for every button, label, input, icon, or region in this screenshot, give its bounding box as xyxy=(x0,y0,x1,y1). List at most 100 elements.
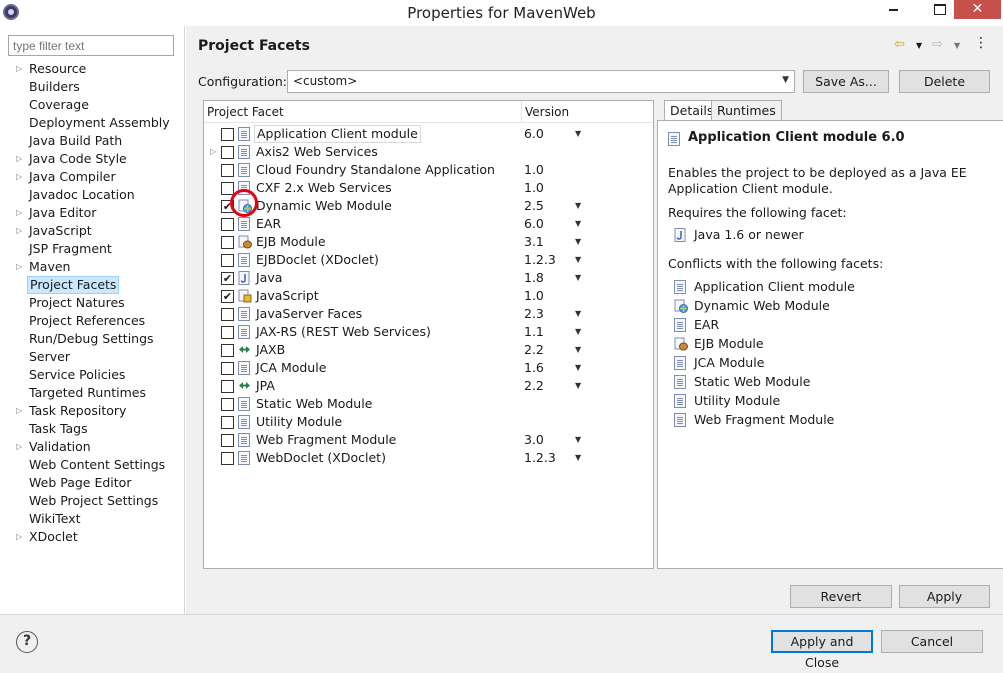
sidebar-item-task-tags[interactable]: Task Tags xyxy=(0,420,184,438)
expand-arrow-icon[interactable]: ▷ xyxy=(16,168,22,186)
facet-version[interactable]: 1.2.3 xyxy=(524,251,556,269)
sidebar-item-java-editor[interactable]: ▷ Java Editor xyxy=(0,204,184,222)
facet-version[interactable]: 1.8 xyxy=(524,269,544,287)
facet-version[interactable]: 1.1 xyxy=(524,323,544,341)
expand-arrow-icon[interactable]: ▷ xyxy=(210,143,216,161)
facet-row-javascript[interactable]: ✔ JavaScript 1.0 xyxy=(204,287,653,305)
sidebar-item-service-policies[interactable]: Service Policies xyxy=(0,366,184,384)
facet-checkbox[interactable] xyxy=(221,362,234,375)
facet-row-web-fragment-module[interactable]: Web Fragment Module 3.0 ▼ xyxy=(204,431,653,449)
facet-row-webdoclet-xdoclet[interactable]: WebDoclet (XDoclet) 1.2.3 ▼ xyxy=(204,449,653,467)
maximize-button[interactable] xyxy=(926,0,952,19)
help-icon[interactable]: ? xyxy=(16,631,38,653)
sidebar-item-javascript[interactable]: ▷ JavaScript xyxy=(0,222,184,240)
facet-checkbox[interactable] xyxy=(221,416,234,429)
tab-runtimes[interactable]: Runtimes xyxy=(711,100,782,121)
facet-checkbox[interactable] xyxy=(221,380,234,393)
facet-row-application-client-module[interactable]: Application Client module 6.0 ▼ xyxy=(204,125,653,143)
facet-row-axis2-web-services[interactable]: ▷ Axis2 Web Services xyxy=(204,143,653,161)
apply-and-close-button[interactable]: Apply and Close xyxy=(771,630,873,670)
cancel-button[interactable]: Cancel xyxy=(881,630,983,653)
facet-version[interactable]: 3.0 xyxy=(524,431,544,449)
version-dropdown-icon[interactable]: ▼ xyxy=(575,215,581,233)
facet-checkbox[interactable] xyxy=(221,164,234,177)
facet-row-jpa[interactable]: JPA 2.2 ▼ xyxy=(204,377,653,395)
filter-input[interactable] xyxy=(8,35,174,56)
sidebar-item-web-project-settings[interactable]: Web Project Settings xyxy=(0,492,184,510)
sidebar-item-web-page-editor[interactable]: Web Page Editor xyxy=(0,474,184,492)
sidebar-item-project-references[interactable]: Project References xyxy=(0,312,184,330)
facet-row-ear[interactable]: EAR 6.0 ▼ xyxy=(204,215,653,233)
facet-row-ejbdoclet-xdoclet[interactable]: EJBDoclet (XDoclet) 1.2.3 ▼ xyxy=(204,251,653,269)
sidebar-item-java-compiler[interactable]: ▷ Java Compiler xyxy=(0,168,184,186)
expand-arrow-icon[interactable]: ▷ xyxy=(16,402,22,420)
sidebar-item-jsp-fragment[interactable]: JSP Fragment xyxy=(0,240,184,258)
version-dropdown-icon[interactable]: ▼ xyxy=(575,197,581,215)
sidebar-item-javadoc-location[interactable]: Javadoc Location xyxy=(0,186,184,204)
facet-row-jax-rs-rest-web-services[interactable]: JAX-RS (REST Web Services) 1.1 ▼ xyxy=(204,323,653,341)
facet-row-cloud-foundry-standalone-application[interactable]: Cloud Foundry Standalone Application 1.0 xyxy=(204,161,653,179)
facet-checkbox[interactable] xyxy=(221,254,234,267)
facet-row-static-web-module[interactable]: Static Web Module xyxy=(204,395,653,413)
facet-row-utility-module[interactable]: Utility Module xyxy=(204,413,653,431)
version-dropdown-icon[interactable]: ▼ xyxy=(575,449,581,467)
sidebar-item-server[interactable]: Server xyxy=(0,348,184,366)
sidebar-item-coverage[interactable]: Coverage xyxy=(0,96,184,114)
configuration-select[interactable]: <custom> ▼ xyxy=(287,70,795,93)
expand-arrow-icon[interactable]: ▷ xyxy=(16,60,22,78)
sidebar-item-maven[interactable]: ▷ Maven xyxy=(0,258,184,276)
expand-arrow-icon[interactable]: ▷ xyxy=(16,438,22,456)
sidebar-item-wikitext[interactable]: WikiText xyxy=(0,510,184,528)
sidebar-item-xdoclet[interactable]: ▷ XDoclet xyxy=(0,528,184,546)
sidebar-item-project-natures[interactable]: Project Natures xyxy=(0,294,184,312)
facet-checkbox[interactable] xyxy=(221,236,234,249)
back-arrow-icon[interactable]: ⇦ xyxy=(894,37,905,52)
facet-row-dynamic-web-module[interactable]: ✔ Dynamic Web Module 2.5 ▼ xyxy=(204,197,653,215)
facet-row-javaserver-faces[interactable]: JavaServer Faces 2.3 ▼ xyxy=(204,305,653,323)
sidebar-item-java-code-style[interactable]: ▷ Java Code Style xyxy=(0,150,184,168)
facet-version[interactable]: 2.2 xyxy=(524,377,544,395)
version-dropdown-icon[interactable]: ▼ xyxy=(575,323,581,341)
facet-version[interactable]: 3.1 xyxy=(524,233,544,251)
forward-menu-icon[interactable]: ▼ xyxy=(954,41,960,50)
sidebar-item-task-repository[interactable]: ▷ Task Repository xyxy=(0,402,184,420)
sidebar-item-run-debug-settings[interactable]: Run/Debug Settings xyxy=(0,330,184,348)
facet-checkbox[interactable]: ✔ xyxy=(221,272,234,285)
facet-version[interactable]: 2.3 xyxy=(524,305,544,323)
facet-row-cxf-2-x-web-services[interactable]: CXF 2.x Web Services 1.0 xyxy=(204,179,653,197)
version-dropdown-icon[interactable]: ▼ xyxy=(575,341,581,359)
facet-checkbox[interactable] xyxy=(221,182,234,195)
sidebar-item-resource[interactable]: ▷ Resource xyxy=(0,60,184,78)
expand-arrow-icon[interactable]: ▷ xyxy=(16,528,22,546)
facet-checkbox[interactable] xyxy=(221,146,234,159)
minimize-button[interactable] xyxy=(880,0,906,19)
facet-checkbox[interactable]: ✔ xyxy=(221,290,234,303)
version-dropdown-icon[interactable]: ▼ xyxy=(575,359,581,377)
forward-arrow-icon[interactable]: ⇨ xyxy=(932,37,943,52)
facet-row-jca-module[interactable]: JCA Module 1.6 ▼ xyxy=(204,359,653,377)
facet-version[interactable]: 1.2.3 xyxy=(524,449,556,467)
version-dropdown-icon[interactable]: ▼ xyxy=(575,305,581,323)
sidebar-item-deployment-assembly[interactable]: Deployment Assembly xyxy=(0,114,184,132)
sidebar-item-java-build-path[interactable]: Java Build Path xyxy=(0,132,184,150)
version-dropdown-icon[interactable]: ▼ xyxy=(575,233,581,251)
apply-button[interactable]: Apply xyxy=(899,585,990,608)
facet-checkbox[interactable] xyxy=(221,452,234,465)
facet-checkbox[interactable] xyxy=(221,128,234,141)
sidebar-item-targeted-runtimes[interactable]: Targeted Runtimes xyxy=(0,384,184,402)
expand-arrow-icon[interactable]: ▷ xyxy=(16,150,22,168)
facet-version[interactable]: 6.0 xyxy=(524,215,544,233)
view-menu-icon[interactable]: ⋮ xyxy=(974,35,988,51)
delete-button[interactable]: Delete xyxy=(899,70,990,93)
facet-checkbox[interactable] xyxy=(221,218,234,231)
facet-row-ejb-module[interactable]: EJB Module 3.1 ▼ xyxy=(204,233,653,251)
facet-version[interactable]: 6.0 xyxy=(524,125,544,143)
version-dropdown-icon[interactable]: ▼ xyxy=(575,251,581,269)
facet-row-jaxb[interactable]: JAXB 2.2 ▼ xyxy=(204,341,653,359)
expand-arrow-icon[interactable]: ▷ xyxy=(16,222,22,240)
sidebar-item-web-content-settings[interactable]: Web Content Settings xyxy=(0,456,184,474)
sidebar-item-validation[interactable]: ▷ Validation xyxy=(0,438,184,456)
expand-arrow-icon[interactable]: ▷ xyxy=(16,258,22,276)
version-dropdown-icon[interactable]: ▼ xyxy=(575,431,581,449)
close-window-button[interactable]: ✕ xyxy=(954,0,1001,19)
